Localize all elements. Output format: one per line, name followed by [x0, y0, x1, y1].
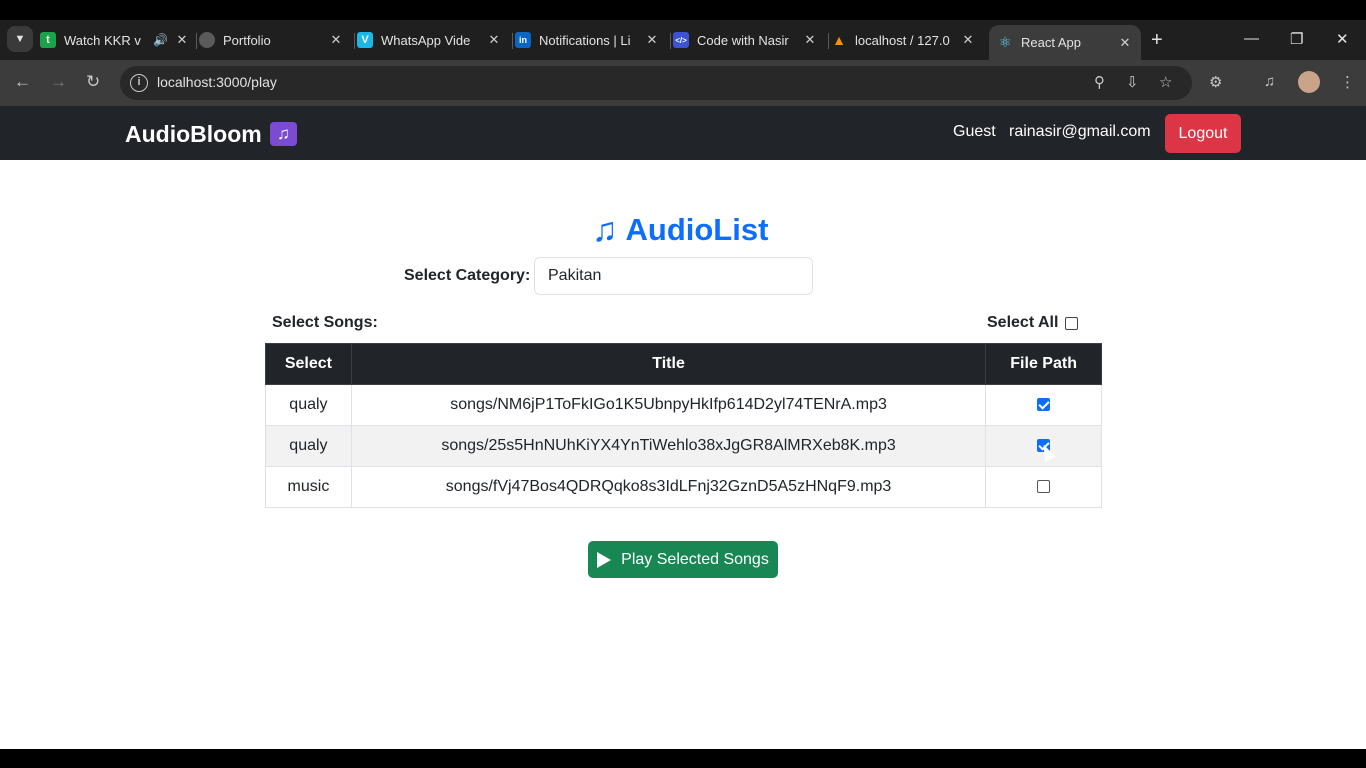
back-arrow-icon[interactable]: ← — [14, 72, 31, 92]
brand-title[interactable]: AudioBloom — [125, 121, 262, 148]
column-header-select: Select — [265, 343, 352, 385]
new-tab-plus-icon[interactable]: + — [1151, 29, 1163, 52]
minimize-icon[interactable]: — — [1244, 30, 1259, 47]
tab-label: React App — [1021, 35, 1081, 50]
tab-label: Portfolio — [223, 32, 271, 48]
page-title: ♫ AudioList — [592, 210, 768, 250]
row-title-cell: songs/25s5HnNUhKiYX4YnTiWehlo38xJgGR8AlM… — [350, 425, 987, 467]
table-header-row: Select Title File Path — [265, 343, 1102, 385]
row-category-cell: qualy — [265, 384, 352, 426]
address-bar[interactable]: i localhost:3000/play ⚲ ⇩ ☆ — [120, 66, 1192, 100]
tab-label: localhost / 127.0 — [855, 32, 950, 48]
user-email-text: rainasir@gmail.com — [1009, 123, 1151, 140]
browser-toolbar: ← → ↻ i localhost:3000/play ⚲ ⇩ ☆ ⚙ ♫ ⋮ — [0, 60, 1366, 106]
restore-icon[interactable]: ❐ — [1290, 30, 1303, 48]
table-row: qualy songs/NM6jP1ToFkIGo1K5UbnpyHkIfp61… — [265, 384, 1102, 426]
tab-divider — [354, 33, 355, 49]
site-info-icon[interactable]: i — [130, 74, 148, 92]
tab-divider — [196, 33, 197, 49]
row-category-cell: music — [265, 466, 352, 508]
bookmark-star-icon[interactable]: ☆ — [1159, 73, 1172, 91]
sail-icon: ▲ — [832, 32, 846, 48]
window-close-icon[interactable]: ✕ — [1336, 30, 1349, 48]
column-header-file-path: File Path — [985, 343, 1102, 385]
row-checkbox-cell — [985, 384, 1102, 426]
tab-label: Watch KKR v — [64, 32, 141, 48]
music-note-icon: ♫ — [592, 210, 618, 249]
table-row: music songs/fVj47Bos4QDRQqko8s3IdLFnj32G… — [265, 466, 1102, 508]
song-checkbox[interactable] — [1037, 480, 1051, 494]
select-all-checkbox[interactable] — [1065, 317, 1078, 330]
close-icon[interactable]: ✕ — [174, 32, 190, 48]
tab-watch-kkr[interactable]: t Watch KKR v 🔊 ✕ — [40, 26, 190, 54]
table-row: qualy songs/25s5HnNUhKiYX4YnTiWehlo38xJg… — [265, 425, 1102, 467]
play-icon — [597, 551, 612, 568]
select-songs-label: Select Songs: — [272, 314, 378, 331]
tab-search-button[interactable]: ▼ — [7, 26, 33, 52]
globe-icon — [199, 32, 215, 48]
page-title-text: AudioList — [625, 212, 769, 247]
row-checkbox-cell — [985, 466, 1102, 508]
close-icon[interactable]: ✕ — [1117, 35, 1133, 51]
song-checkbox[interactable] — [1037, 398, 1051, 412]
tab-code-with-nasir[interactable]: </> Code with Nasir ✕ — [673, 26, 818, 54]
tab-favicon-icon: t — [40, 32, 56, 48]
tab-label: WhatsApp Vide — [381, 32, 471, 48]
row-title-cell: songs/NM6jP1ToFkIGo1K5UbnpyHkIfp614D2yl7… — [350, 384, 987, 426]
profile-avatar[interactable] — [1298, 71, 1320, 93]
close-icon[interactable]: ✕ — [802, 32, 818, 48]
songs-table: Select Title File Path qualy songs/NM6jP… — [265, 343, 1102, 508]
browser-tab-strip: ▼ t Watch KKR v 🔊 ✕ Portfolio ✕ V WhatsA… — [0, 20, 1366, 60]
tab-localhost-phpmyadmin[interactable]: ▲ localhost / 127.0 ✕ — [831, 26, 976, 54]
close-icon[interactable]: ✕ — [328, 32, 344, 48]
react-icon: ⚛ — [998, 34, 1012, 50]
music-notes-icon: ♫ — [270, 122, 297, 146]
user-role-text: Guest — [953, 123, 996, 140]
chevron-down-icon: ▼ — [14, 33, 26, 45]
column-header-title: Title — [350, 343, 987, 385]
tab-react-app[interactable]: ⚛ React App ✕ — [989, 25, 1141, 60]
row-title-cell: songs/fVj47Bos4QDRQqko8s3IdLFnj32GznD5A5… — [350, 466, 987, 508]
speaker-icon: 🔊 — [153, 33, 168, 47]
app-navbar: AudioBloom ♫ Guest rainasir@gmail.com Lo… — [0, 106, 1366, 160]
reload-icon[interactable]: ↻ — [86, 72, 100, 92]
play-button-label: Play Selected Songs — [621, 550, 769, 568]
extensions-puzzle-icon[interactable]: ⚙ — [1209, 73, 1222, 91]
tab-portfolio[interactable]: Portfolio ✕ — [199, 26, 344, 54]
vimeo-icon: V — [357, 32, 373, 48]
tab-divider — [512, 33, 513, 49]
tab-divider — [828, 33, 829, 49]
password-key-icon[interactable]: ⚲ — [1094, 73, 1105, 91]
category-input[interactable] — [534, 257, 813, 295]
select-all-label: Select All — [987, 314, 1059, 331]
tab-label: Notifications | Li — [539, 32, 631, 48]
code-icon: </> — [673, 32, 689, 48]
screen-top-border — [0, 0, 1366, 20]
forward-arrow-icon[interactable]: → — [50, 72, 67, 92]
play-selected-songs-button[interactable]: Play Selected Songs — [588, 541, 778, 578]
install-app-icon[interactable]: ⇩ — [1126, 73, 1139, 91]
media-control-icon[interactable]: ♫ — [1264, 73, 1275, 90]
page-content: AudioBloom ♫ Guest rainasir@gmail.com Lo… — [0, 106, 1366, 749]
tab-notifications-linkedin[interactable]: in Notifications | Li ✕ — [515, 26, 660, 54]
url-text[interactable]: localhost:3000/play — [157, 74, 277, 90]
logout-button[interactable]: Logout — [1165, 114, 1241, 153]
close-icon[interactable]: ✕ — [960, 32, 976, 48]
linkedin-icon: in — [515, 32, 531, 48]
tab-divider — [670, 33, 671, 49]
tab-label: Code with Nasir — [697, 32, 789, 48]
screen-bottom-border — [0, 749, 1366, 768]
row-category-cell: qualy — [265, 425, 352, 467]
category-label: Select Category: — [404, 267, 531, 284]
tab-whatsapp-video[interactable]: V WhatsApp Vide ✕ — [357, 26, 502, 54]
close-icon[interactable]: ✕ — [644, 32, 660, 48]
more-menu-icon[interactable]: ⋮ — [1340, 73, 1355, 91]
close-icon[interactable]: ✕ — [486, 32, 502, 48]
